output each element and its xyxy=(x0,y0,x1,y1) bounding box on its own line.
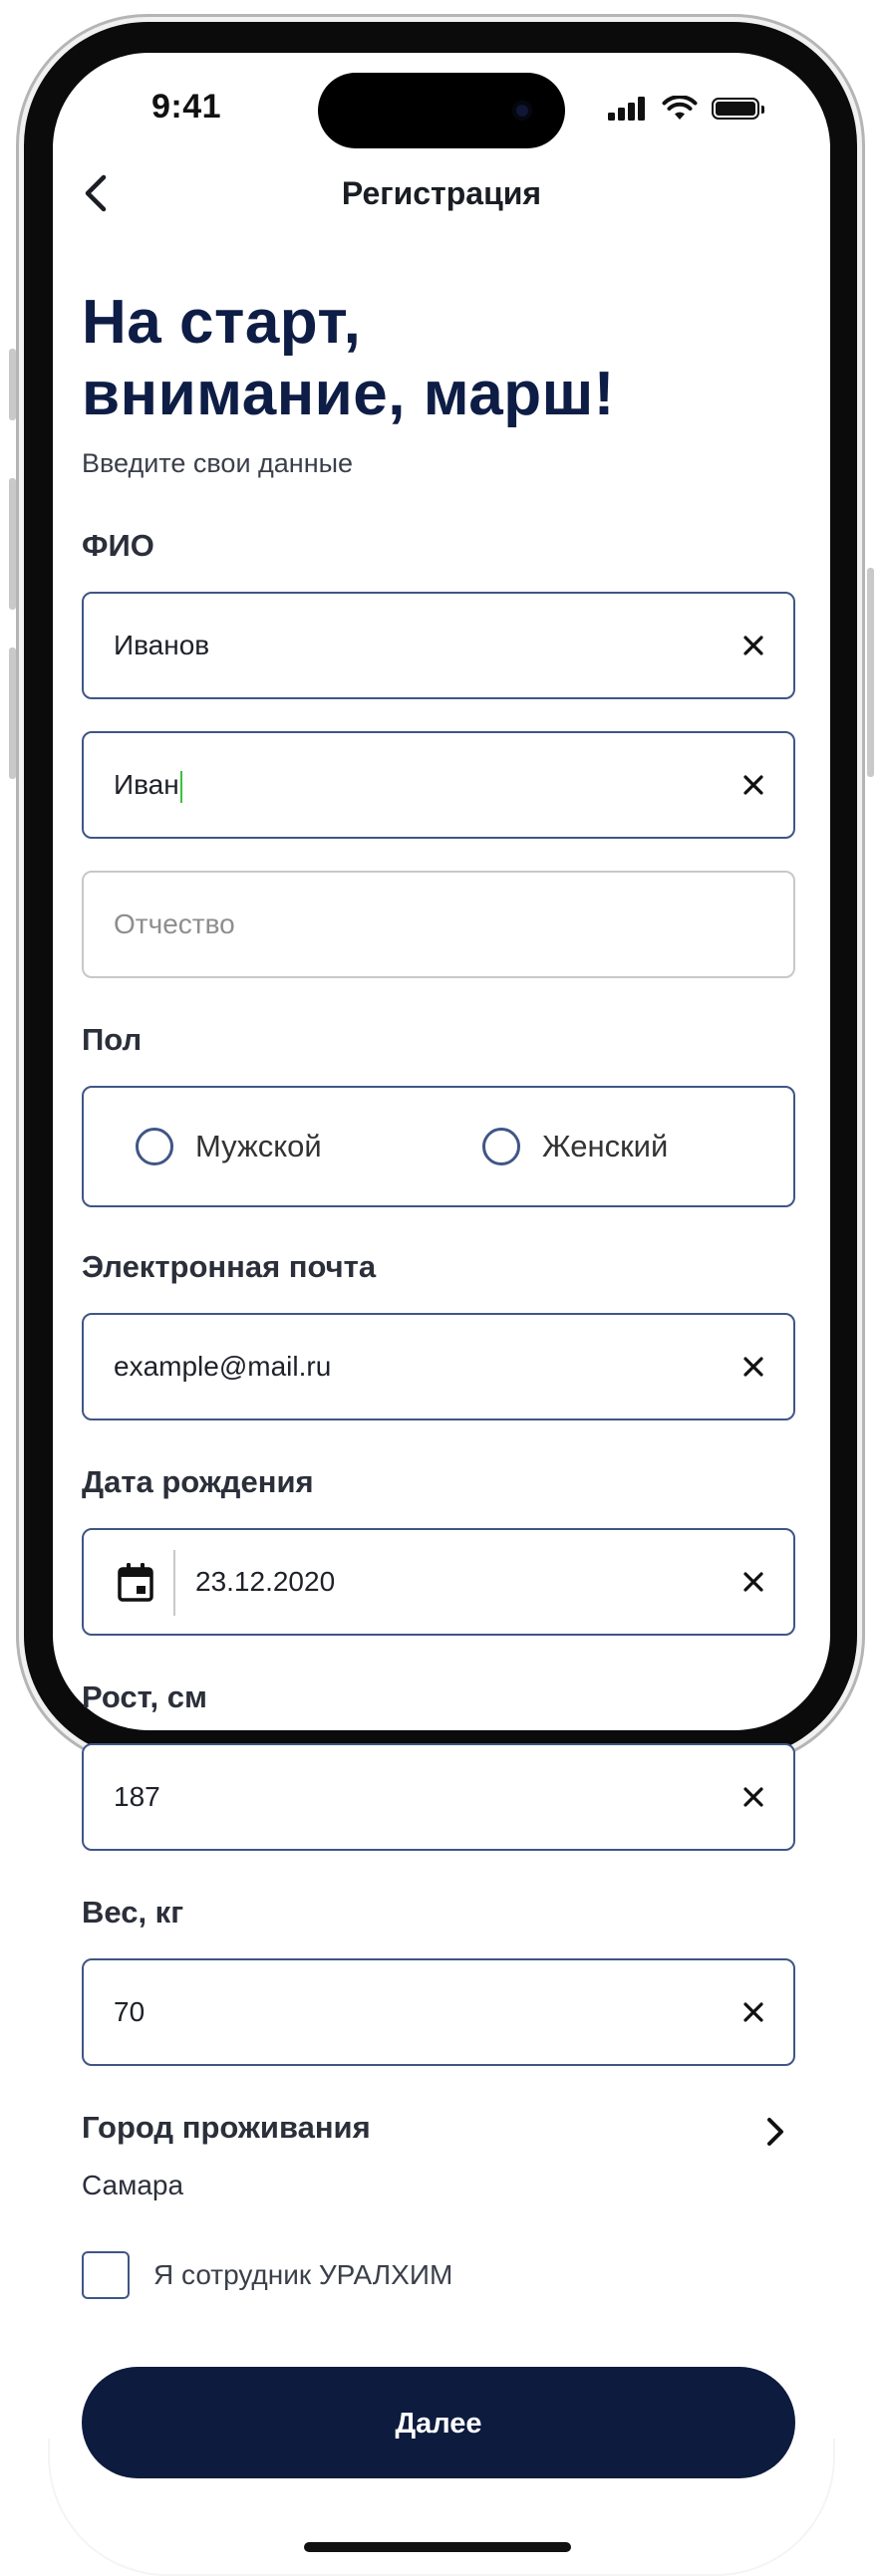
birth-date-field[interactable]: 23.12.2020 xyxy=(82,1528,795,1636)
close-icon[interactable] xyxy=(739,1998,767,2026)
text-caret xyxy=(179,770,182,803)
page-title: Регистрация xyxy=(341,175,542,211)
front-camera-icon xyxy=(512,101,532,121)
city-label: Город проживания xyxy=(82,2110,371,2145)
close-icon[interactable] xyxy=(739,1353,767,1381)
employee-checkbox-label: Я сотрудник УРАЛХИМ xyxy=(153,2259,453,2290)
wifi-icon xyxy=(662,96,698,120)
email-label: Электронная почта xyxy=(82,1249,377,1284)
status-time: 9:41 xyxy=(151,88,222,126)
next-button[interactable]: Далее xyxy=(82,2367,795,2478)
volume-up-button xyxy=(9,478,16,610)
middle-name-field[interactable]: Отчество xyxy=(82,871,795,978)
weight-label: Вес, кг xyxy=(82,1895,184,1930)
close-icon[interactable] xyxy=(739,632,767,659)
close-icon[interactable] xyxy=(739,1568,767,1596)
first-name-value: Иван xyxy=(114,769,179,800)
last-name-value: Иванов xyxy=(114,630,210,660)
subtitle: Введите свои данные xyxy=(82,448,354,478)
fio-label: ФИО xyxy=(82,528,154,563)
calendar-icon[interactable] xyxy=(116,1562,155,1604)
gender-option-label: Женский xyxy=(542,1129,669,1163)
city-value: Самара xyxy=(82,2170,184,2200)
weight-field[interactable]: 70 xyxy=(82,1958,795,2066)
height-value: 187 xyxy=(114,1781,160,1812)
status-icons xyxy=(608,96,764,122)
close-icon[interactable] xyxy=(739,1783,767,1811)
gender-option-label: Мужской xyxy=(195,1129,322,1163)
employee-checkbox-row[interactable]: Я сотрудник УРАЛХИМ xyxy=(82,2251,452,2299)
birth-date-value: 23.12.2020 xyxy=(195,1566,336,1597)
gender-selector: Мужской Женский xyxy=(82,1086,795,1207)
home-indicator xyxy=(304,2542,571,2552)
action-button xyxy=(9,349,16,420)
first-name-field[interactable]: Иван xyxy=(82,731,795,839)
gender-label: Пол xyxy=(82,1022,143,1057)
employee-checkbox[interactable] xyxy=(82,2251,130,2299)
city-selector[interactable]: Город проживания xyxy=(82,2110,795,2154)
signal-icon xyxy=(608,97,645,121)
radio-button[interactable] xyxy=(136,1128,173,1165)
volume-down-button xyxy=(9,647,16,779)
email-value: example@mail.ru xyxy=(114,1351,332,1382)
email-field[interactable]: example@mail.ru xyxy=(82,1313,795,1420)
last-name-field[interactable]: Иванов xyxy=(82,592,795,699)
height-field[interactable]: 187 xyxy=(82,1743,795,1851)
height-label: Рост, см xyxy=(82,1679,207,1714)
weight-value: 70 xyxy=(114,1996,146,2027)
middle-name-placeholder: Отчество xyxy=(114,908,235,939)
chevron-right-icon[interactable] xyxy=(763,2114,787,2150)
birth-date-label: Дата рождения xyxy=(82,1464,314,1499)
gender-option-female[interactable]: Женский xyxy=(482,1088,668,1205)
power-button xyxy=(867,568,874,777)
headline: На старт, внимание, марш! xyxy=(82,288,615,428)
radio-button[interactable] xyxy=(482,1128,520,1165)
close-icon[interactable] xyxy=(739,771,767,799)
gender-option-male[interactable]: Мужской xyxy=(136,1088,322,1205)
field-divider xyxy=(173,1550,175,1616)
battery-icon xyxy=(712,98,764,120)
